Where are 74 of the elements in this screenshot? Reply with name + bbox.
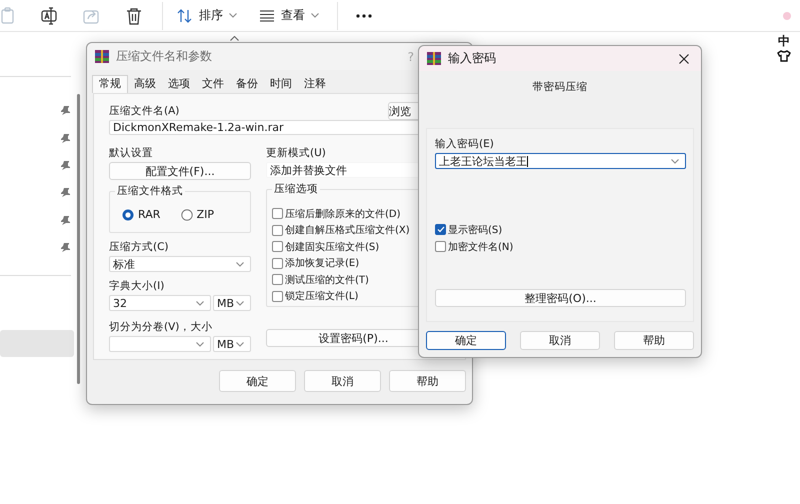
chevron-icon [196, 342, 204, 346]
checkbox[interactable] [272, 290, 283, 302]
radio-button[interactable] [122, 208, 134, 220]
status-icon [782, 10, 792, 20]
dialog-button[interactable]: 确定 [426, 331, 506, 350]
window-title: 压缩文件名和参数 [116, 48, 212, 65]
password-field[interactable]: 上老王论坛当老王 [435, 153, 686, 169]
checkbox[interactable] [272, 241, 283, 252]
dialog-button[interactable]: 确定 [219, 370, 296, 392]
tab[interactable]: 时间 [264, 75, 298, 93]
chevron-icon [196, 300, 204, 306]
checkbox[interactable] [272, 274, 283, 285]
checkbox-label: 加密文件名(N) [448, 240, 514, 254]
chevron-icon [236, 300, 244, 306]
dropdown[interactable]: MB [213, 336, 251, 352]
list-icon [259, 10, 275, 22]
dialog-button[interactable]: 帮助 [614, 331, 694, 350]
field-label: 压缩文件名(A) [109, 105, 180, 118]
checkbox-label: 创建固实压缩文件(S) [285, 240, 380, 254]
sort-menu[interactable]: 排序 [177, 7, 237, 24]
tab[interactable]: 选项 [162, 75, 196, 93]
dropdown[interactable]: MB [213, 295, 251, 311]
checkbox-label: 显示密码(S) [448, 224, 502, 236]
scrollbar-thumb[interactable] [77, 94, 80, 384]
chevron-icon [236, 342, 244, 346]
archive-icon [427, 52, 441, 65]
checkbox[interactable] [272, 208, 283, 219]
ime-indicator[interactable]: 中 [778, 34, 790, 48]
tab[interactable]: 常规 [92, 75, 128, 93]
chevron-icon [671, 158, 679, 164]
radio-button[interactable] [180, 208, 193, 220]
group-title: 压缩选项 [272, 182, 320, 196]
checkbox[interactable] [435, 224, 446, 235]
archive-icon [95, 50, 109, 63]
dropdown[interactable]: 标准 [109, 256, 251, 272]
dropdown[interactable]: 32 [109, 295, 211, 311]
field-label: 默认设置 [109, 147, 154, 160]
close-icon[interactable] [679, 54, 689, 64]
chevron-icon [311, 13, 319, 18]
sort-icon [177, 8, 193, 22]
profiles-button[interactable]: 配置文件(F)... [109, 162, 251, 180]
dialog-heading: 带密码压缩 [532, 80, 588, 95]
view-menu[interactable]: 查看 [259, 7, 319, 24]
dialog-button[interactable]: 帮助 [389, 370, 466, 392]
tab[interactable]: 备份 [230, 75, 264, 93]
checkbox-label: 测试压缩的文件(T) [285, 274, 369, 286]
group-title: 压缩文件格式 [115, 184, 185, 198]
field-label: 切分为分卷(V)，大小 [109, 321, 214, 334]
field-label: 输入密码(E) [435, 138, 495, 151]
radio-label: RAR [138, 208, 160, 221]
more-icon[interactable] [356, 14, 372, 18]
checkbox-label: 添加恢复记录(E) [285, 256, 360, 270]
chevron-icon [229, 13, 237, 18]
dialog-button[interactable]: 取消 [520, 331, 600, 350]
window-title: 输入密码 [448, 50, 496, 67]
shirt-icon [777, 50, 791, 62]
radio-label: ZIP [196, 208, 214, 221]
checkbox-label: 锁定压缩文件(L) [285, 290, 358, 303]
tab[interactable]: 高级 [128, 75, 162, 93]
checkbox[interactable] [272, 224, 283, 236]
delete-icon[interactable] [124, 6, 144, 24]
organize-passwords-button[interactable]: 整理密码(O)... [435, 289, 686, 307]
chevron-icon [236, 262, 244, 266]
sort-caret-icon [230, 36, 239, 41]
checkbox[interactable] [272, 258, 283, 268]
tab[interactable]: 注释 [298, 75, 332, 93]
checkbox-label: 压缩后删除原来的文件(D) [285, 208, 401, 220]
checkbox[interactable] [435, 241, 446, 252]
dialog-button[interactable]: 取消 [304, 370, 381, 392]
tab[interactable]: 文件 [196, 75, 230, 93]
field-label: 字典大小(I) [109, 280, 166, 293]
field-label: 压缩方式(C) [109, 241, 170, 254]
checkbox-label: 创建自解压格式压缩文件(X) [285, 224, 410, 237]
field-label: 更新模式(U) [266, 147, 327, 160]
